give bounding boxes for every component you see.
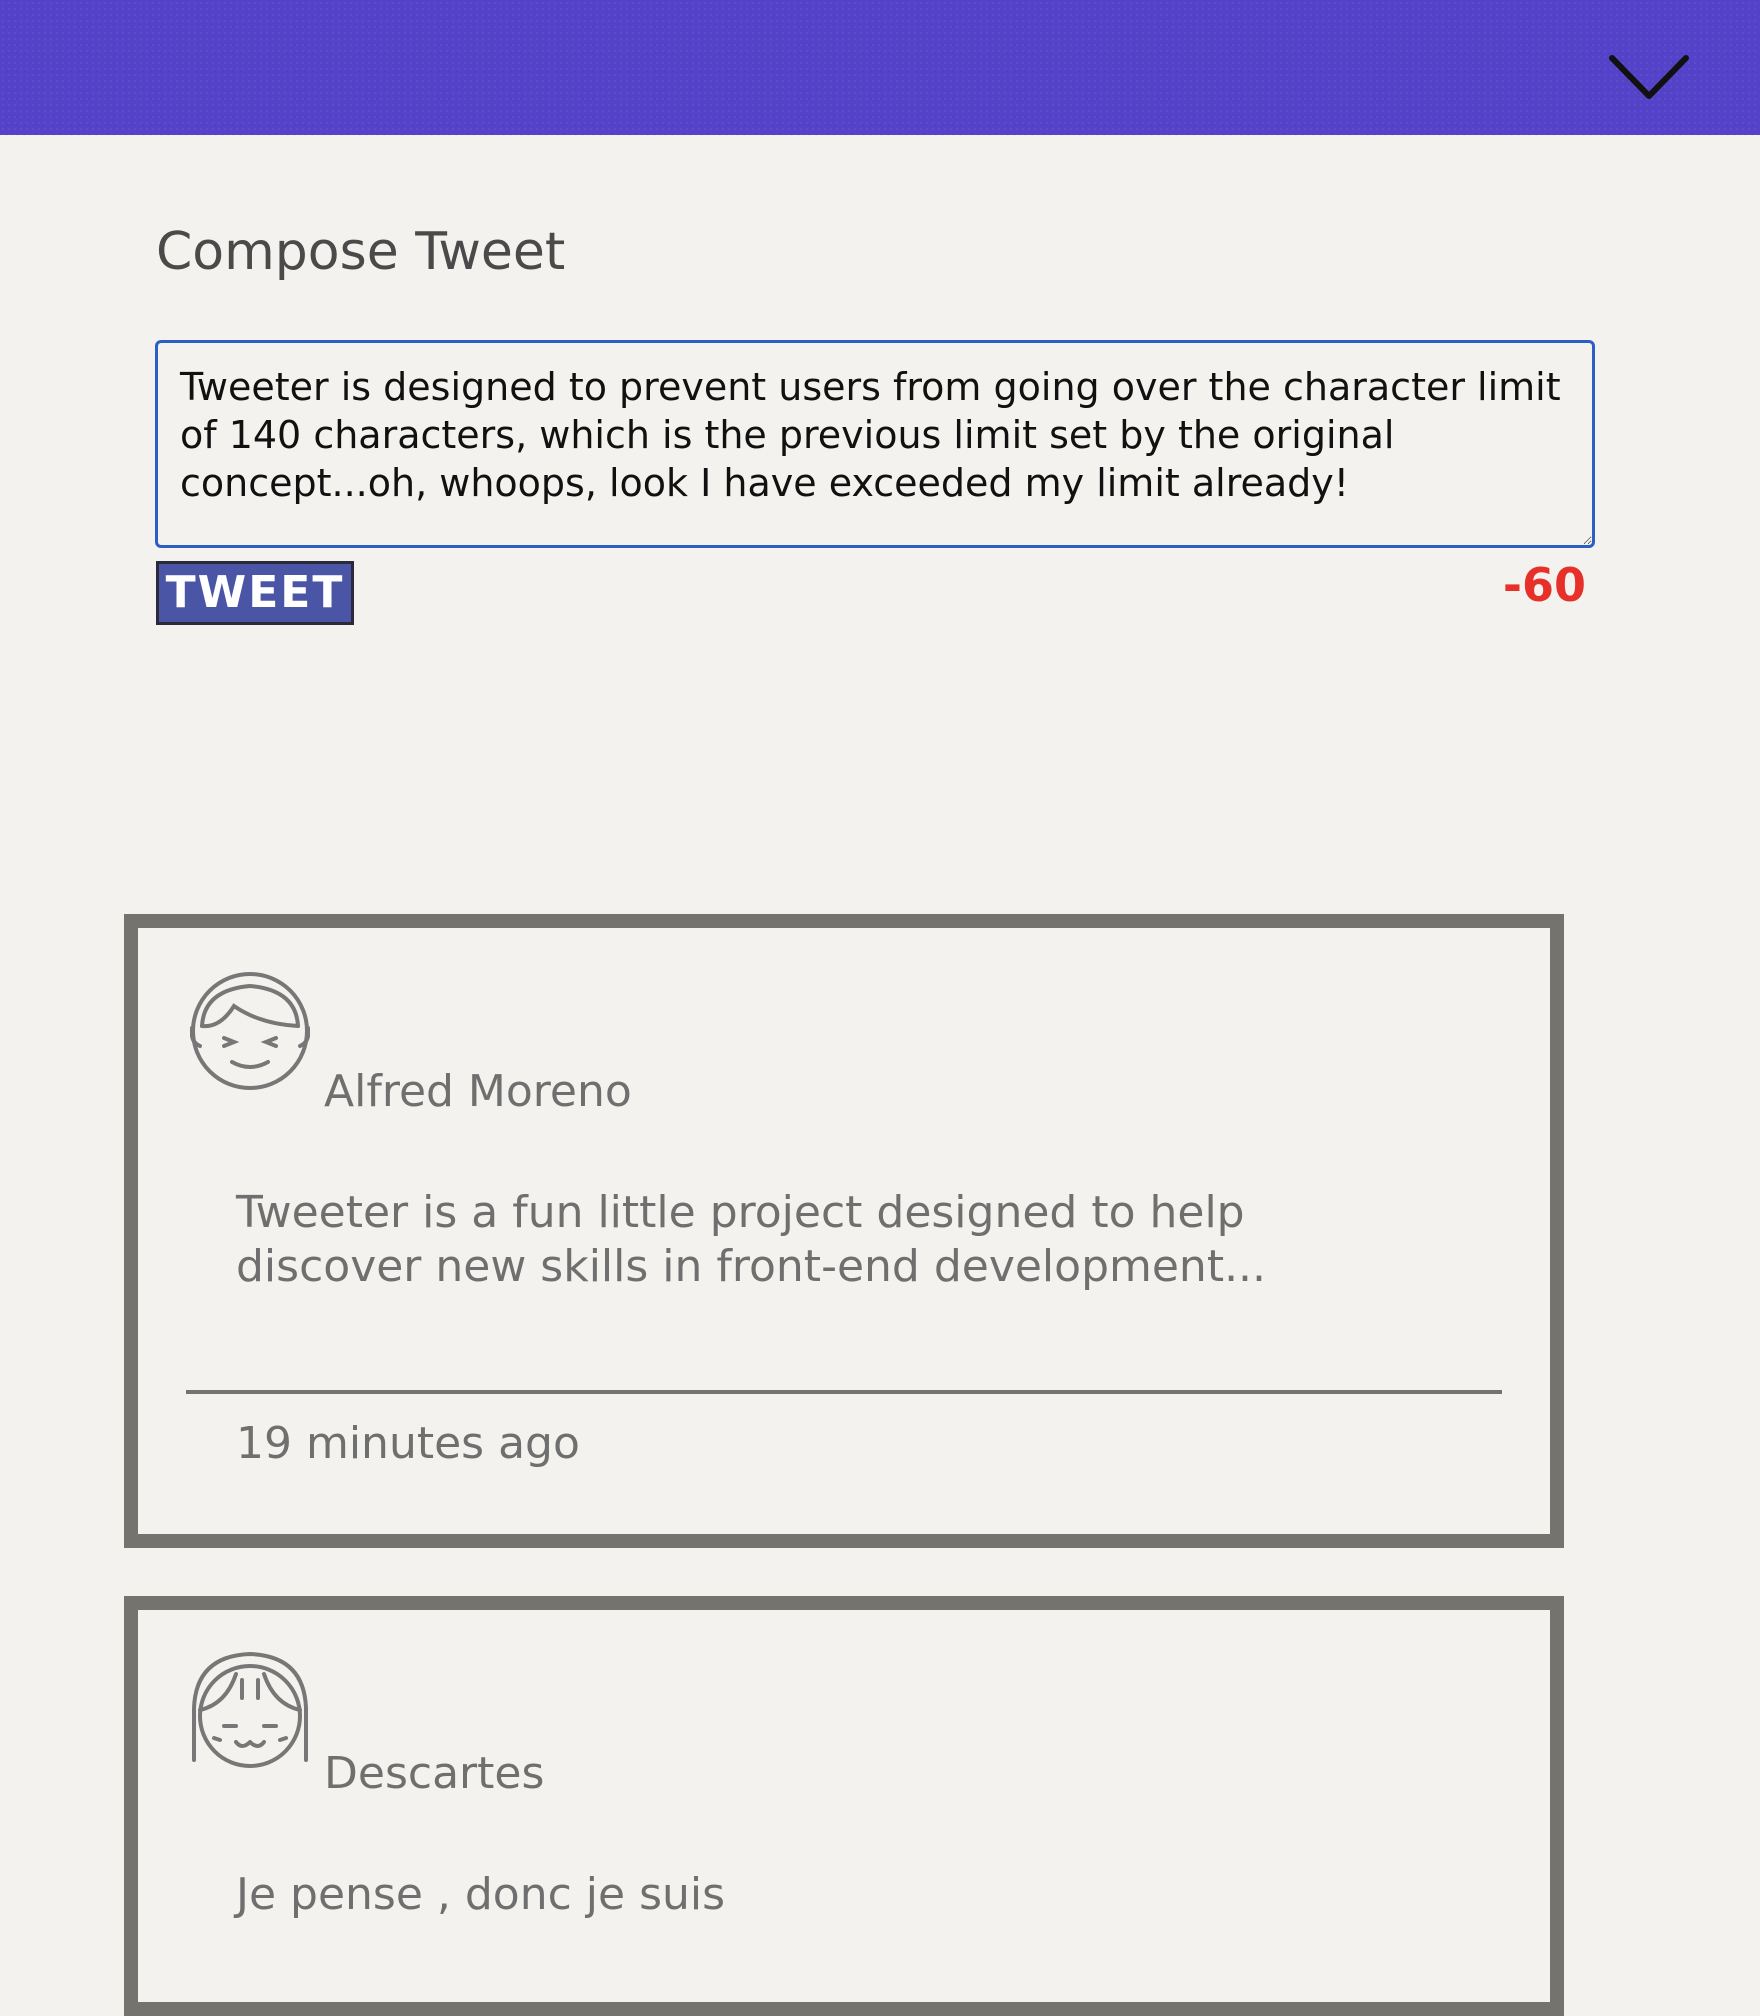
tweet-button[interactable]: TWEET — [156, 561, 354, 625]
tweet-text: Tweeter is a fun little project designed… — [236, 1187, 1267, 1292]
tweet-input[interactable]: Tweeter is designed to prevent users fro… — [155, 340, 1595, 548]
tweet-author: Alfred Moreno — [324, 1066, 632, 1117]
tweet-divider — [186, 1390, 1502, 1394]
character-counter: -60 — [1502, 558, 1586, 612]
top-nav-bar — [0, 0, 1760, 135]
tweet-card: Alfred Moreno Tweeter is a fun little pr… — [124, 914, 1564, 1548]
tweet-timestamp: 19 minutes ago — [236, 1418, 580, 1469]
compose-title: Compose Tweet — [156, 222, 566, 282]
tweet-author: Descartes — [324, 1748, 545, 1799]
boy-avatar-icon — [190, 972, 310, 1090]
tweet-card: Descartes Je pense , donc je suis — [124, 1596, 1564, 2016]
tweet-text: Je pense , donc je suis — [236, 1869, 726, 1920]
girl-avatar-icon — [192, 1652, 308, 1768]
chevron-down-icon[interactable] — [1608, 52, 1690, 104]
